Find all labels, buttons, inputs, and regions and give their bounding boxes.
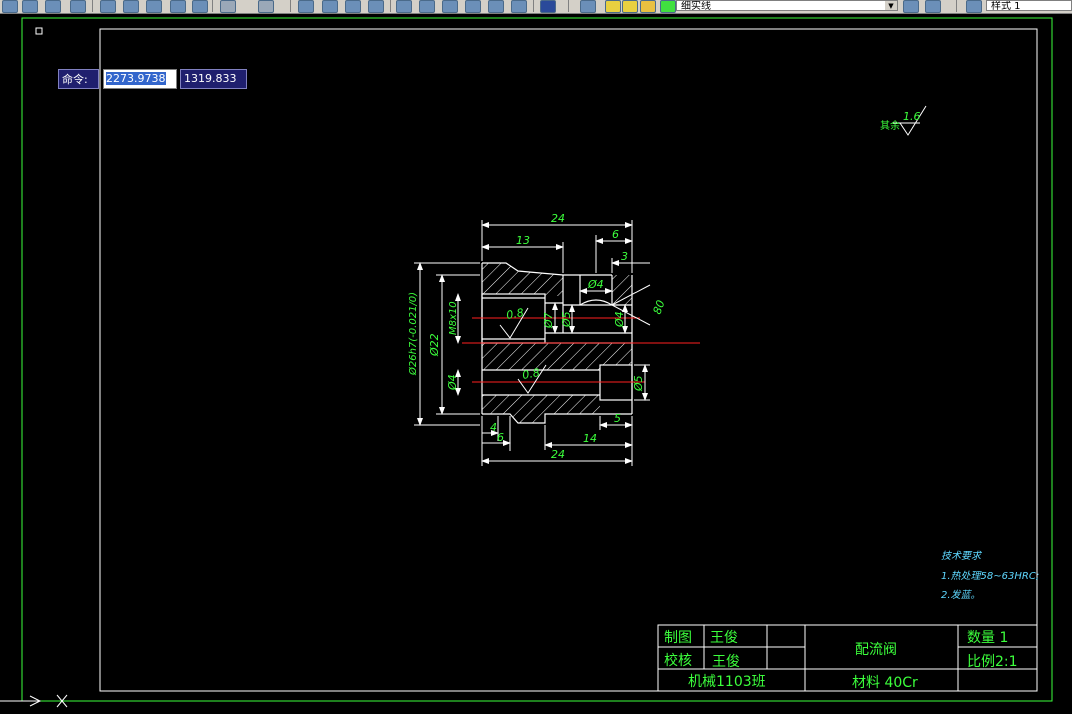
toolbar: 细实线 ▼ 样式 1 xyxy=(0,0,1072,14)
undo-icon[interactable] xyxy=(220,0,236,13)
make-current-layer-icon[interactable] xyxy=(903,0,919,13)
style-dropdown-value: 样式 1 xyxy=(991,1,1021,11)
match-properties-icon[interactable] xyxy=(170,0,186,13)
dim-thread: M8x10 xyxy=(448,301,459,335)
y-coordinate-input[interactable]: 1319.833 xyxy=(180,69,247,89)
dim-rough-08b: 0.8 xyxy=(521,366,540,382)
dim-bottom-6: 6 xyxy=(497,431,504,444)
dim-bottom-14: 14 xyxy=(583,432,597,445)
dim-rough-08: 0.8 xyxy=(505,306,524,322)
hatch-area-top-left xyxy=(482,263,563,296)
dim-top-right-small: 3 xyxy=(621,250,628,263)
layer-previous-icon[interactable] xyxy=(925,0,941,13)
dim-top-left: 13 xyxy=(516,234,530,247)
dim-bottom-total: 24 xyxy=(551,448,565,461)
brush-icon[interactable] xyxy=(192,0,208,13)
tool-palette-icon[interactable] xyxy=(442,0,458,13)
title-quantity: 数量 1 xyxy=(967,630,1008,646)
tech-req-line1: 1.热处理58~63HRC; xyxy=(941,570,1039,582)
style-dropdown[interactable]: 样式 1 xyxy=(986,0,1072,11)
toolbar-separator xyxy=(390,0,391,12)
hatch-area-top-right xyxy=(612,275,632,305)
roughness-note-label: 其余 xyxy=(880,119,900,132)
chevron-down-icon[interactable]: ▼ xyxy=(885,1,897,10)
cut-icon[interactable] xyxy=(100,0,116,13)
toolbar-separator xyxy=(290,0,291,12)
dim-top-right: 6 xyxy=(612,228,619,241)
open-file-icon[interactable] xyxy=(22,0,38,13)
tech-req-title: 技术要求 xyxy=(941,550,983,562)
toolbar-separator xyxy=(956,0,957,12)
calculator-icon[interactable] xyxy=(511,0,527,13)
sheet-set-icon[interactable] xyxy=(465,0,481,13)
pickbox-icon xyxy=(35,27,43,35)
drawing-canvas[interactable]: 24 13 6 3 24 14 5 4 6 Ø26h7(-0.021/0) Ø2… xyxy=(0,13,1072,714)
dim-dia-4-right: Ø4 xyxy=(613,311,626,328)
help-icon[interactable] xyxy=(540,0,556,13)
paste-icon[interactable] xyxy=(146,0,162,13)
layer-freeze-icon[interactable] xyxy=(622,0,638,13)
layer-dropdown-value: 细实线 xyxy=(681,1,711,11)
title-part-name: 配流阀 xyxy=(855,642,897,658)
dim-dia-outer: Ø26h7(-0.021/0) xyxy=(407,292,419,376)
redo-icon[interactable] xyxy=(258,0,274,13)
roughness-note-value: 1.6 xyxy=(903,110,921,123)
drawing-svg: 24 13 6 3 24 14 5 4 6 Ø26h7(-0.021/0) Ø2… xyxy=(0,17,1053,708)
layer-dropdown[interactable]: 细实线 ▼ xyxy=(676,0,898,11)
x-coordinate-value: 2273.9738 xyxy=(106,72,166,85)
toolbar-separator xyxy=(212,0,213,12)
hatch-area-middle xyxy=(482,343,632,370)
dim-bottom-5: 5 xyxy=(614,412,621,425)
new-file-icon[interactable] xyxy=(2,0,18,13)
zoom-previous-icon[interactable] xyxy=(368,0,384,13)
toolbar-separator xyxy=(568,0,569,12)
title-drawn-label: 制图 xyxy=(664,630,692,646)
zoom-realtime-icon[interactable] xyxy=(322,0,338,13)
command-prompt-label: 命令: xyxy=(58,69,99,89)
dim-top-total: 24 xyxy=(551,212,565,225)
toolbar-separator xyxy=(533,0,534,12)
design-center-icon[interactable] xyxy=(419,0,435,13)
title-material: 材料 40Cr xyxy=(852,675,918,691)
layer-manager-icon[interactable] xyxy=(580,0,596,13)
dim-angle: 80 xyxy=(651,298,668,316)
copy-icon[interactable] xyxy=(123,0,139,13)
title-scale: 比例2:1 xyxy=(967,654,1018,670)
layer-state-icon[interactable] xyxy=(605,0,621,13)
print-icon[interactable] xyxy=(70,0,86,13)
text-style-icon[interactable] xyxy=(966,0,982,13)
dim-dia-22: Ø22 xyxy=(428,333,441,357)
title-checked-label: 校核 xyxy=(664,652,692,669)
layer-lock-icon[interactable] xyxy=(640,0,656,13)
toolbar-separator xyxy=(92,0,93,12)
pan-icon[interactable] xyxy=(298,0,314,13)
tech-req-line2: 2.发蓝。 xyxy=(941,589,981,601)
properties-icon[interactable] xyxy=(396,0,412,13)
hatch-area-bottom xyxy=(482,395,600,423)
dim-bottom-4: 4 xyxy=(490,421,497,434)
dim-dia-4-left: Ø4 xyxy=(446,374,459,391)
dim-dia-4-top: Ø4 xyxy=(587,278,604,291)
title-drawn-name: 王俊 xyxy=(710,630,738,646)
save-icon[interactable] xyxy=(45,0,61,13)
dim-dia-5-right: Ø5 xyxy=(632,375,645,392)
dim-dia-5-mid: Ø5 xyxy=(560,311,573,328)
zoom-window-icon[interactable] xyxy=(345,0,361,13)
part-section xyxy=(462,262,700,424)
layer-color-icon[interactable] xyxy=(660,0,676,13)
title-checked-name: 王俊 xyxy=(712,654,740,670)
dim-dia-7: Ø7 xyxy=(542,312,555,329)
title-class: 机械1103班 xyxy=(688,674,766,690)
markup-icon[interactable] xyxy=(488,0,504,13)
x-coordinate-input[interactable]: 2273.9738 xyxy=(103,69,177,89)
